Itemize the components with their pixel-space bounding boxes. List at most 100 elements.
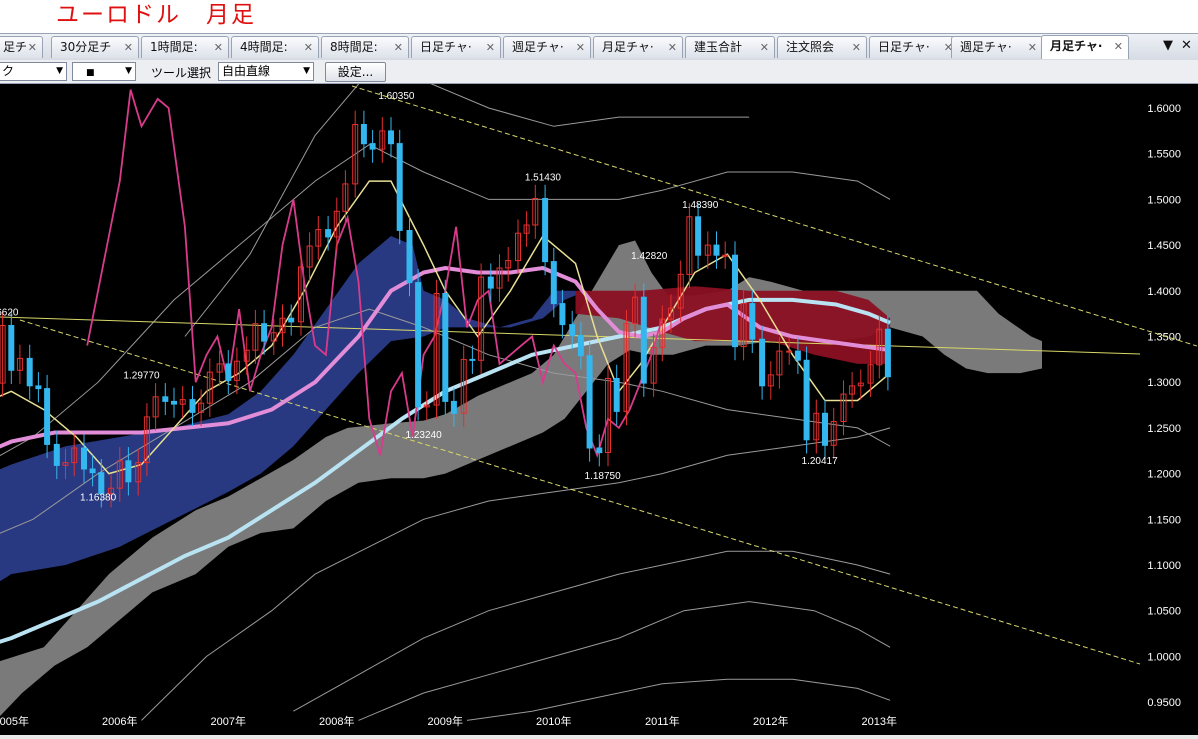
tab-bar: 足チ ✕ 30分足チ ✕ 1時間足: ✕ 4時間足: ✕ 8時間足: ✕ 日足チャ· ✕ 週足チャ· ✕ 月… <box>0 33 1198 61</box>
tab-4[interactable]: 8時間足: ✕ <box>321 36 409 58</box>
close-tab-icon[interactable]: ✕ <box>1114 36 1123 57</box>
style-select[interactable]: ■ ▼ <box>72 62 136 81</box>
candle-body <box>695 216 702 256</box>
tab-8[interactable]: 建玉合計 ✕ <box>685 36 775 58</box>
candle-body <box>171 400 177 405</box>
price-chart-svg: 1.6000 1.5500 1.5000 1.4500 1.4000 1.3500 1.30… <box>0 84 1198 728</box>
close-tab-icon[interactable]: ✕ <box>304 37 313 58</box>
close-tab-icon[interactable]: ✕ <box>124 37 133 58</box>
tool-select-label: ツール選択 <box>151 66 212 80</box>
x-tick-label: 2010年 <box>536 714 571 728</box>
candle-body <box>44 388 51 445</box>
price-chart[interactable]: 1.6000 1.5500 1.5000 1.4500 1.4000 1.3500 1.30… <box>0 84 1198 735</box>
x-tick-label: 2008年 <box>319 714 354 728</box>
chevron-down-icon: ▼ <box>56 66 63 76</box>
x-tick-label: 2013年 <box>862 714 897 728</box>
x-tick-label: 2005年 <box>0 714 29 728</box>
candle-body <box>569 324 576 337</box>
candle-body <box>577 335 584 357</box>
close-tab-icon[interactable]: ✕ <box>1028 37 1037 58</box>
tab-label: 月足チャ· <box>1050 39 1103 53</box>
candle-body <box>640 296 647 384</box>
tab-11[interactable]: 週足チャ· ✕ <box>951 36 1043 58</box>
price-annotation: 1.29770 <box>123 370 160 381</box>
close-tab-icon[interactable]: ✕ <box>760 37 769 58</box>
candle-body <box>803 359 810 441</box>
tab-label: 日足チャ· <box>420 40 472 54</box>
close-tab-icon[interactable]: ✕ <box>486 37 495 58</box>
tab-1[interactable]: 30分足チ ✕ <box>51 36 139 58</box>
y-tick-label: 1.2500 <box>1147 423 1181 435</box>
tab-label: 建玉合計 <box>694 40 743 54</box>
chart-toolbar: ク ▼ ■ ▼ ツール選択 自由直線 ▼ 設定... <box>0 60 1198 84</box>
candle-body <box>288 317 295 323</box>
y-tick-label: 1.1000 <box>1147 560 1181 572</box>
candle-body <box>722 254 729 257</box>
close-tab-icon[interactable]: ✕ <box>214 37 223 58</box>
tool-select[interactable]: 自由直線 ▼ <box>218 62 314 81</box>
candle-body <box>225 363 232 381</box>
close-tab-icon[interactable]: ✕ <box>394 37 403 58</box>
y-tick-label: 1.1500 <box>1147 514 1181 526</box>
tab-10[interactable]: 日足チャ· ✕ <box>869 36 959 58</box>
close-tab-icon[interactable]: ✕ <box>852 37 861 58</box>
tool-select-value: 自由直線 <box>222 64 271 78</box>
close-window-icon[interactable]: ✕ <box>1181 38 1192 53</box>
y-tick-label: 1.0000 <box>1147 651 1181 663</box>
tab-6[interactable]: 週足チャ· ✕ <box>503 36 591 58</box>
candle-body <box>442 293 449 402</box>
candle-body <box>732 254 738 348</box>
y-tick-label: 1.4500 <box>1147 240 1181 252</box>
price-annotation: 1.51430 <box>525 172 562 183</box>
close-tab-icon[interactable]: ✕ <box>28 37 37 58</box>
price-annotation: 1.42820 <box>631 251 668 262</box>
candle-body <box>406 230 413 284</box>
close-tab-icon[interactable]: ✕ <box>576 37 585 58</box>
tab-list-dropdown-icon[interactable]: ▼ <box>1163 38 1173 53</box>
candle-body <box>35 385 42 390</box>
candle-body <box>26 357 33 387</box>
bollinger-band-line <box>358 601 891 721</box>
tab-12[interactable]: 月足チャ· ✕ <box>1041 35 1129 59</box>
tab-label: 4時間足: <box>240 40 288 54</box>
chart-type-select[interactable]: ク ▼ <box>0 62 67 81</box>
candle-body <box>388 130 394 145</box>
close-tab-icon[interactable]: ✕ <box>668 37 677 58</box>
candle-body <box>749 303 756 340</box>
y-tick-label: 1.5500 <box>1147 149 1181 161</box>
y-tick-label: 1.4000 <box>1147 286 1181 298</box>
tab-9[interactable]: 注文照会 ✕ <box>777 36 867 58</box>
chart-type-select-value: ク <box>2 64 15 78</box>
candle-body <box>89 468 96 474</box>
tab-3[interactable]: 4時間足: ✕ <box>231 36 319 58</box>
candle-body <box>759 338 766 387</box>
candle-body <box>81 447 87 470</box>
tab-2[interactable]: 1時間足: ✕ <box>141 36 229 58</box>
style-select-value: ■ <box>86 68 95 78</box>
bollinger-band-line <box>293 550 891 712</box>
candle-body <box>360 124 367 145</box>
candle-body <box>822 412 828 446</box>
tab-label: 1時間足: <box>150 40 198 54</box>
y-tick-label: 1.6000 <box>1147 103 1181 115</box>
x-tick-label: 2007年 <box>211 714 246 728</box>
candle-body <box>369 143 376 150</box>
candle-body <box>8 325 15 371</box>
tab-label: 週足チャ· <box>960 40 1012 54</box>
tab-7[interactable]: 月足チャ· ✕ <box>593 36 683 58</box>
x-tick-label: 2012年 <box>753 714 788 728</box>
x-tick-label: 2006年 <box>102 714 137 728</box>
tab-0[interactable]: 足チ ✕ <box>0 36 43 58</box>
candle-body <box>53 443 60 466</box>
price-annotation: 1.36620 <box>0 308 19 319</box>
tab-label: 注文照会 <box>786 40 835 54</box>
candle-body <box>469 358 476 361</box>
settings-button[interactable]: 設定... <box>325 62 386 82</box>
candle-body <box>884 328 891 378</box>
candle-body <box>613 378 620 412</box>
y-tick-label: 1.3500 <box>1147 332 1181 344</box>
candle-body <box>396 143 403 231</box>
y-tick-label: 1.2000 <box>1147 469 1181 481</box>
tab-5[interactable]: 日足チャ· ✕ <box>411 36 501 58</box>
tab-label: 足チ <box>3 40 28 54</box>
